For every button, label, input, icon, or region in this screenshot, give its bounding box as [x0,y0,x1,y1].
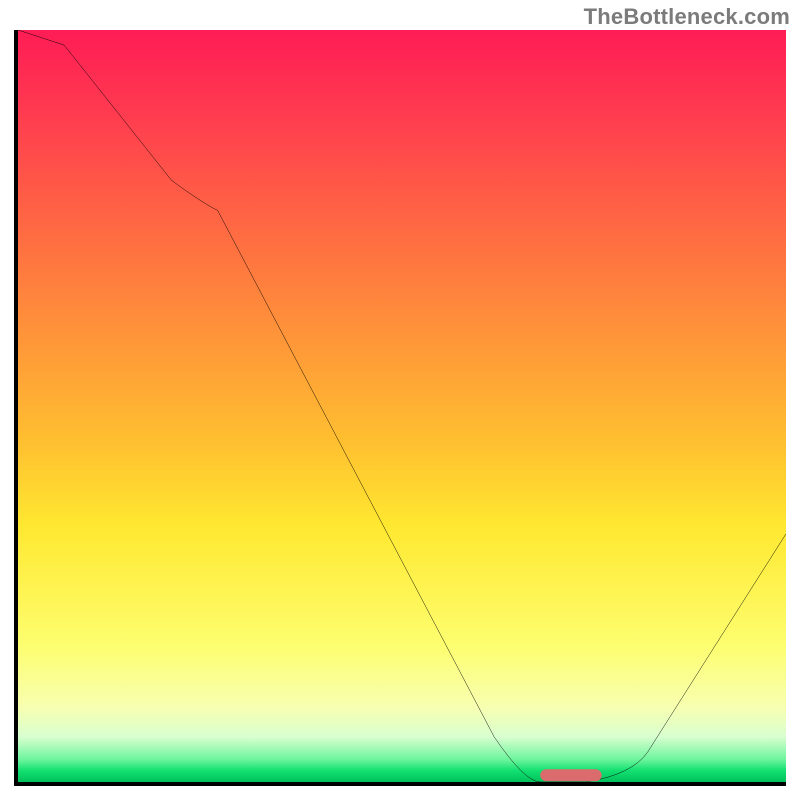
heatmap-background [18,30,786,782]
attribution-text: TheBottleneck.com [584,4,790,30]
plot-area [14,30,786,786]
